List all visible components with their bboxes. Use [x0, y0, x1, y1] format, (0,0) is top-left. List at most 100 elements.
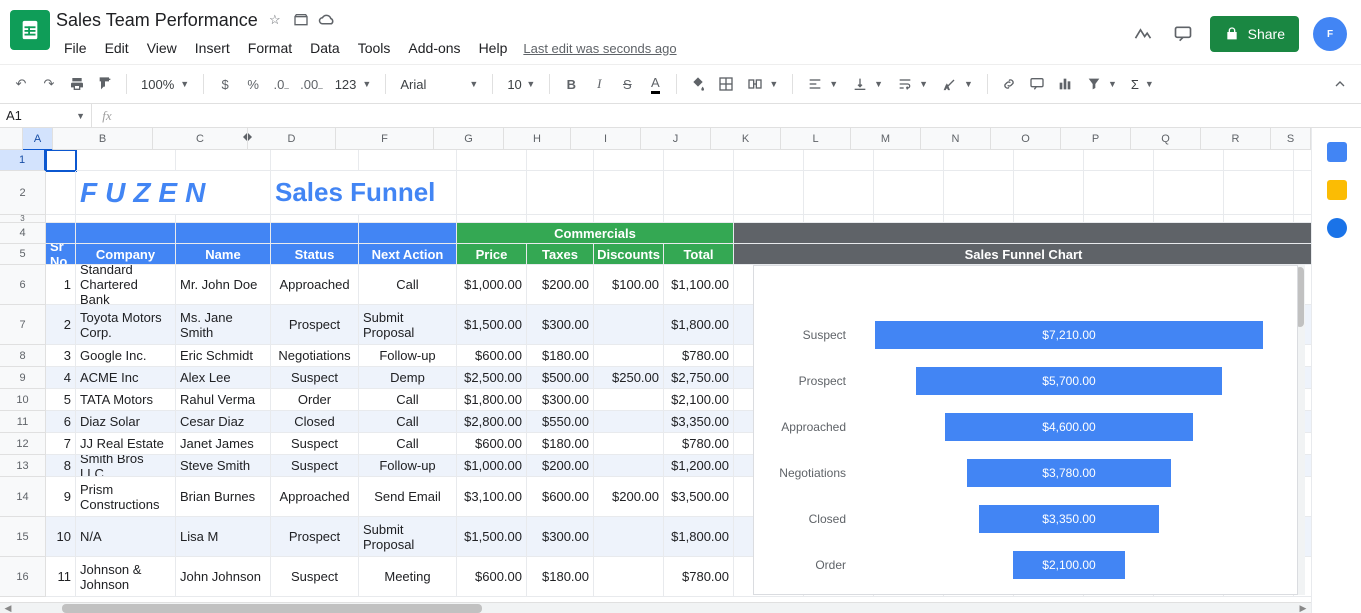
row-header-16[interactable]: 16	[0, 557, 46, 597]
cell[interactable]: 8	[46, 455, 76, 477]
cell[interactable]: $1,800.00	[664, 305, 734, 345]
cell[interactable]: $180.00	[527, 557, 594, 597]
header-discounts[interactable]: Discounts	[594, 244, 664, 265]
menu-insert[interactable]: Insert	[187, 36, 238, 60]
cell[interactable]: Send Email	[359, 477, 457, 517]
sheets-logo-icon[interactable]	[10, 10, 50, 50]
h-scrollbar-thumb[interactable]	[62, 604, 482, 613]
cell[interactable]: 11	[46, 557, 76, 597]
cloud-status-icon[interactable]	[318, 11, 336, 29]
cell[interactable]	[594, 345, 664, 367]
row-header-11[interactable]: 11	[0, 411, 46, 433]
last-edit-link[interactable]: Last edit was seconds ago	[523, 41, 676, 56]
cell[interactable]: $300.00	[527, 517, 594, 557]
row-header-1[interactable]: 1	[0, 150, 46, 171]
cell[interactable]: Closed	[271, 411, 359, 433]
cell[interactable]	[594, 557, 664, 597]
paint-format-button[interactable]	[92, 71, 118, 97]
cell[interactable]: Suspect	[271, 557, 359, 597]
percent-button[interactable]: %	[240, 71, 266, 97]
formula-input[interactable]	[122, 104, 1361, 127]
col-header-P[interactable]: P	[1061, 128, 1131, 149]
merge-cells-button[interactable]: ▼	[741, 71, 784, 97]
menu-data[interactable]: Data	[302, 36, 348, 60]
menu-edit[interactable]: Edit	[97, 36, 137, 60]
header-status[interactable]: Status	[271, 244, 359, 265]
cell[interactable]: $1,500.00	[457, 305, 527, 345]
cell[interactable]: $780.00	[664, 557, 734, 597]
spreadsheet-grid[interactable]: A B C D F G H I J K L M	[0, 128, 1311, 602]
cell[interactable]: $500.00	[527, 367, 594, 389]
cell[interactable]: Call	[359, 389, 457, 411]
account-avatar[interactable]: F	[1313, 17, 1347, 51]
comments-icon[interactable]	[1170, 21, 1196, 47]
v-align-button[interactable]: ▼	[846, 71, 889, 97]
header-price[interactable]: Price	[457, 244, 527, 265]
cell[interactable]: Johnson & Johnson	[76, 557, 176, 597]
cell[interactable]: JJ Real Estate	[76, 433, 176, 455]
cell[interactable]: Alex Lee	[176, 367, 271, 389]
cell[interactable]: $2,800.00	[457, 411, 527, 433]
cell[interactable]: N/A	[76, 517, 176, 557]
cell[interactable]: Toyota Motors Corp.	[76, 305, 176, 345]
cell[interactable]: Lisa M	[176, 517, 271, 557]
cell[interactable]: 7	[46, 433, 76, 455]
cell[interactable]: Suspect	[271, 367, 359, 389]
cell[interactable]: $780.00	[664, 433, 734, 455]
cell[interactable]: Cesar Diaz	[176, 411, 271, 433]
cell[interactable]: $2,100.00	[664, 389, 734, 411]
rotate-button[interactable]: A▼	[936, 71, 979, 97]
row-header-8[interactable]: 8	[0, 345, 46, 367]
header-next-action[interactable]: Next Action	[359, 244, 457, 265]
redo-button[interactable]: ↷	[36, 71, 62, 97]
menu-file[interactable]: File	[56, 36, 95, 60]
cell[interactable]: $780.00	[664, 345, 734, 367]
cell[interactable]: $250.00	[594, 367, 664, 389]
cell[interactable]: TATA Motors	[76, 389, 176, 411]
cell[interactable]: $1,800.00	[664, 517, 734, 557]
row-header-3[interactable]: 3	[0, 215, 46, 223]
col-header-J[interactable]: J	[641, 128, 711, 149]
cell[interactable]: Call	[359, 411, 457, 433]
col-header-C[interactable]: C	[153, 128, 248, 149]
cell[interactable]: $180.00	[527, 345, 594, 367]
menu-format[interactable]: Format	[240, 36, 300, 60]
cell[interactable]: $180.00	[527, 433, 594, 455]
cell[interactable]: Follow-up	[359, 345, 457, 367]
decrease-decimal-button[interactable]: .0_	[268, 71, 294, 97]
menu-addons[interactable]: Add-ons	[400, 36, 468, 60]
col-header-H[interactable]: H	[504, 128, 571, 149]
cell[interactable]: John Johnson	[176, 557, 271, 597]
col-header-B[interactable]: B	[53, 128, 153, 149]
cell[interactable]: $1,100.00	[664, 265, 734, 305]
keep-addon-icon[interactable]	[1327, 180, 1347, 200]
header-taxes[interactable]: Taxes	[527, 244, 594, 265]
cell[interactable]: $3,100.00	[457, 477, 527, 517]
cell[interactable]: Suspect	[271, 455, 359, 477]
menu-view[interactable]: View	[139, 36, 185, 60]
cell[interactable]: Standard Chartered Bank	[76, 265, 176, 305]
header-company[interactable]: Company	[76, 244, 176, 265]
cell[interactable]: Steve Smith	[176, 455, 271, 477]
cell[interactable]: Meeting	[359, 557, 457, 597]
cell[interactable]: $1,000.00	[457, 265, 527, 305]
fontsize-dropdown[interactable]: 10▼	[501, 71, 541, 97]
col-header-M[interactable]: M	[851, 128, 921, 149]
cell[interactable]	[594, 455, 664, 477]
h-align-button[interactable]: ▼	[801, 71, 844, 97]
row-header-4[interactable]: 4	[0, 223, 46, 244]
cell[interactable]: $2,500.00	[457, 367, 527, 389]
cell[interactable]: Prospect	[271, 517, 359, 557]
cell[interactable]: $3,500.00	[664, 477, 734, 517]
cell-A1[interactable]	[46, 150, 76, 171]
cell[interactable]: Janet James	[176, 433, 271, 455]
print-button[interactable]	[64, 71, 90, 97]
tasks-addon-icon[interactable]	[1327, 218, 1347, 238]
cell[interactable]: 9	[46, 477, 76, 517]
cell[interactable]: $2,750.00	[664, 367, 734, 389]
row-header-5[interactable]: 5	[0, 244, 46, 265]
row-header-10[interactable]: 10	[0, 389, 46, 411]
name-box[interactable]: A1▼	[0, 104, 92, 127]
toolbar-expand-icon[interactable]	[1327, 71, 1353, 97]
cell[interactable]: Call	[359, 265, 457, 305]
